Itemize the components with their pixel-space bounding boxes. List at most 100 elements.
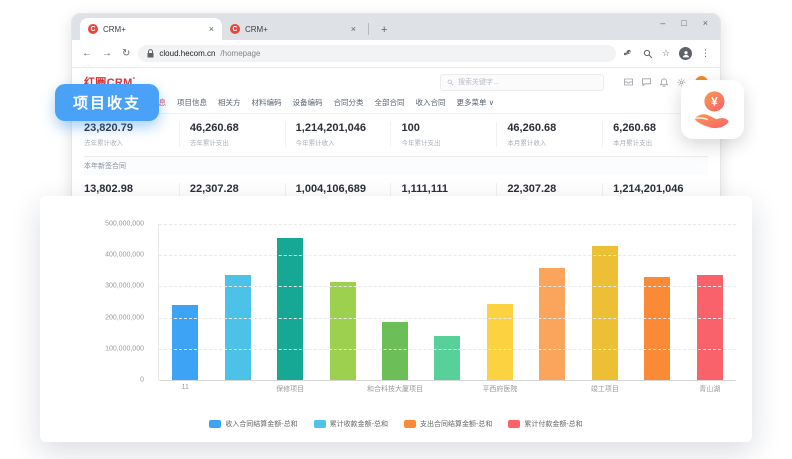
bar-slot: 和合科技大厦项目	[382, 224, 408, 380]
forward-button[interactable]: →	[102, 48, 112, 59]
nav-item[interactable]: 全部合同	[375, 97, 405, 108]
legend-item[interactable]: 支出合同结算金额-总和	[404, 419, 492, 429]
bar	[592, 246, 618, 380]
x-axis-label: 竣工项目	[591, 384, 619, 394]
nav-item[interactable]: 设备编码	[293, 97, 323, 108]
stat-value: 23,820.79	[84, 122, 179, 134]
url-bar: ← → ↻ cloud.hecom.cn/homepage ☆ ⋮	[72, 40, 720, 68]
gridline	[159, 286, 736, 287]
stat-item: 46,260.68去年累计支出	[179, 122, 285, 147]
stat-value: 1,004,106,689	[296, 183, 391, 195]
tab-close-icon[interactable]: ×	[351, 24, 356, 34]
bar-slot: 11	[172, 224, 198, 380]
tab-crm-2[interactable]: C CRM+ ×	[222, 18, 364, 40]
key-icon[interactable]	[624, 49, 634, 59]
search-zoom-icon[interactable]	[643, 49, 653, 59]
inbox-icon[interactable]	[624, 78, 633, 86]
maximize-button[interactable]: □	[681, 18, 686, 28]
yuan-symbol: ¥	[711, 94, 718, 108]
browser-menu-icon[interactable]: ⋮	[701, 48, 710, 59]
stat-item: 23,820.79 去年累计收入	[84, 122, 179, 147]
nav-item[interactable]: 相关方	[218, 97, 241, 108]
stat-value: 46,260.68	[507, 122, 602, 134]
bar-slot: 竣工项目	[592, 224, 618, 380]
tab-strip: C CRM+ × C CRM+ × + – □ ×	[72, 14, 720, 40]
crm-header: 红圈CRM° 搜索关键字...	[72, 68, 720, 94]
back-button[interactable]: ←	[82, 48, 92, 59]
money-floating-button[interactable]: ¥	[681, 80, 744, 139]
profile-avatar[interactable]	[679, 47, 692, 60]
search-input[interactable]: 搜索关键字...	[440, 74, 604, 91]
bar-slot	[434, 224, 460, 380]
bar-slot	[225, 224, 251, 380]
bar-slot	[330, 224, 356, 380]
person-icon	[682, 50, 690, 58]
url-path: /homepage	[220, 49, 260, 58]
bar-slot: 青山湖	[697, 224, 723, 380]
tab-title: CRM+	[103, 25, 204, 34]
bar	[172, 305, 198, 380]
x-axis-label: 保修项目	[276, 384, 304, 394]
close-button[interactable]: ×	[703, 18, 708, 28]
x-axis-label: 11	[182, 384, 189, 391]
legend-item[interactable]: 累计收款金额-总和	[314, 419, 388, 429]
stat-label: 今年累计支出	[401, 137, 496, 147]
message-icon[interactable]	[642, 78, 651, 86]
stat-value: 46,260.68	[190, 122, 285, 134]
bell-icon[interactable]	[660, 78, 668, 87]
address-field[interactable]: cloud.hecom.cn/homepage	[138, 45, 616, 62]
tab-title: CRM+	[245, 25, 346, 34]
x-axis-label: 青山湖	[699, 384, 720, 394]
stat-value: 1,214,201,046	[296, 122, 391, 134]
url-domain: cloud.hecom.cn	[159, 49, 215, 58]
y-axis-labels: 500,000,000400,000,000300,000,000200,000…	[40, 224, 144, 380]
tab-crm-1[interactable]: C CRM+ ×	[80, 18, 222, 40]
new-tab-button[interactable]: +	[381, 24, 387, 36]
bar	[644, 277, 670, 380]
y-tick-label: 400,000,000	[40, 252, 144, 259]
nav-item[interactable]: 合同分类	[334, 97, 364, 108]
stat-label: 去年累计收入	[84, 137, 179, 147]
legend-item[interactable]: 累计付款金额-总和	[508, 419, 582, 429]
gridline	[159, 255, 736, 256]
tab-divider	[368, 23, 369, 35]
minimize-button[interactable]: –	[660, 18, 665, 28]
stat-label: 本月累计收入	[507, 137, 602, 147]
stat-value: 13,802.98	[84, 183, 179, 195]
bar-slot	[539, 224, 565, 380]
stat-label: 今年累计收入	[296, 137, 391, 147]
bar-slot	[644, 224, 670, 380]
plot-area: 11保修项目和合科技大厦项目平西府医院竣工项目青山湖	[158, 224, 736, 380]
legend-label: 收入合同结算金额-总和	[225, 419, 297, 429]
legend-swatch	[314, 420, 326, 428]
bar	[225, 275, 251, 380]
y-tick-label: 100,000,000	[40, 345, 144, 352]
y-tick-label: 0	[40, 377, 144, 384]
crm-favicon-icon: C	[230, 24, 240, 34]
reload-button[interactable]: ↻	[122, 48, 130, 59]
bar	[487, 304, 513, 380]
nav-item[interactable]: 项目信息	[177, 97, 207, 108]
bar	[382, 322, 408, 380]
gridline	[159, 224, 736, 225]
stat-value: 100	[401, 122, 496, 134]
app-nav: 首页常用菜单消息项目信息相关方材料编码设备编码合同分类全部合同收入合同更多菜单 …	[72, 94, 720, 114]
tab-close-icon[interactable]: ×	[209, 24, 214, 34]
screenshot-stage: C CRM+ × C CRM+ × + – □ × ← → ↻	[0, 0, 792, 459]
bar	[330, 282, 356, 380]
hand-coin-yuan-icon: ¥	[690, 88, 736, 132]
legend-item[interactable]: 收入合同结算金额-总和	[209, 419, 297, 429]
bookmark-star-icon[interactable]: ☆	[662, 48, 670, 59]
project-income-expense-badge: 项目收支	[55, 84, 159, 121]
gridline	[159, 318, 736, 319]
stat-value: 1,214,201,046	[613, 183, 708, 195]
y-tick-label: 200,000,000	[40, 314, 144, 321]
nav-item[interactable]: 收入合同	[416, 97, 446, 108]
legend-label: 支出合同结算金额-总和	[420, 419, 492, 429]
stat-item: 100 今年累计支出	[390, 122, 496, 147]
x-axis-label: 和合科技大厦项目	[367, 384, 423, 394]
stat-value: 22,307.28	[507, 183, 602, 195]
legend-swatch	[209, 420, 221, 428]
nav-item[interactable]: 更多菜单 ∨	[457, 97, 495, 108]
nav-item[interactable]: 材料编码	[252, 97, 282, 108]
